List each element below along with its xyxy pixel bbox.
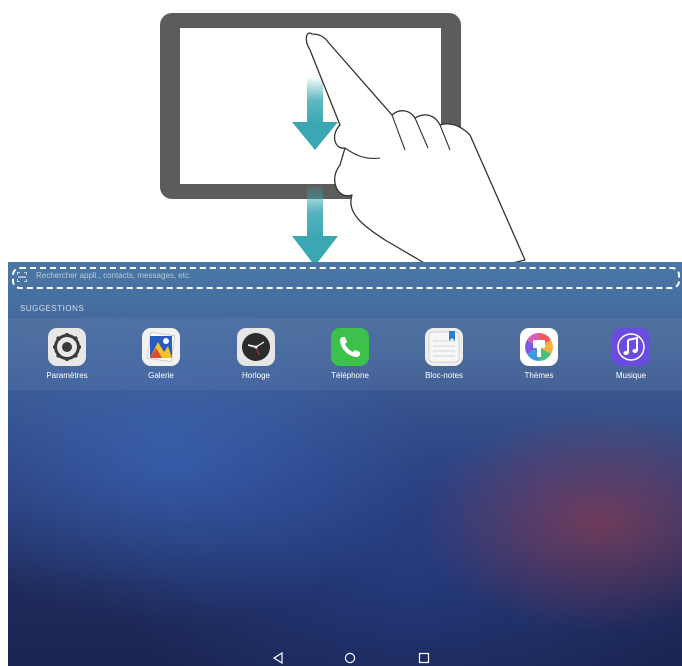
home-icon[interactable] <box>344 652 356 664</box>
settings-gear-icon <box>48 328 86 366</box>
notepad-icon <box>425 328 463 366</box>
hand-gesture-icon <box>305 32 526 279</box>
app-bloc-notes[interactable]: Bloc-notes <box>404 328 484 380</box>
phone-icon <box>331 328 369 366</box>
search-placeholder: Rechercher appli., contacts, messages, e… <box>36 271 192 280</box>
app-label: Téléphone <box>331 371 369 380</box>
music-note-icon <box>612 328 650 366</box>
gallery-icon <box>142 328 180 366</box>
back-icon[interactable] <box>272 652 284 664</box>
app-themes[interactable]: Thèmes <box>499 328 579 380</box>
app-galerie[interactable]: Galerie <box>121 328 201 380</box>
scan-icon[interactable] <box>17 272 27 282</box>
clock-icon <box>237 328 275 366</box>
themes-brush-icon <box>520 328 558 366</box>
app-label: Galerie <box>148 371 174 380</box>
app-label: Thèmes <box>524 371 554 380</box>
recents-icon[interactable] <box>418 652 430 664</box>
app-label: Bloc-notes <box>425 371 463 380</box>
app-musique[interactable]: Musique <box>591 328 671 380</box>
app-label: Paramètres <box>46 371 88 380</box>
suggestions-heading: SUGGESTIONS <box>20 304 85 313</box>
app-telephone[interactable]: Téléphone <box>310 328 390 380</box>
tablet-home-screen: Rechercher appli., contacts, messages, e… <box>8 262 682 666</box>
app-horloge[interactable]: Horloge <box>216 328 296 380</box>
global-search-bar[interactable]: Rechercher appli., contacts, messages, e… <box>12 267 680 289</box>
navigation-bar <box>8 650 682 666</box>
app-label: Musique <box>615 371 647 380</box>
app-label: Horloge <box>241 371 270 380</box>
app-parametres[interactable]: Paramètres <box>27 328 107 380</box>
